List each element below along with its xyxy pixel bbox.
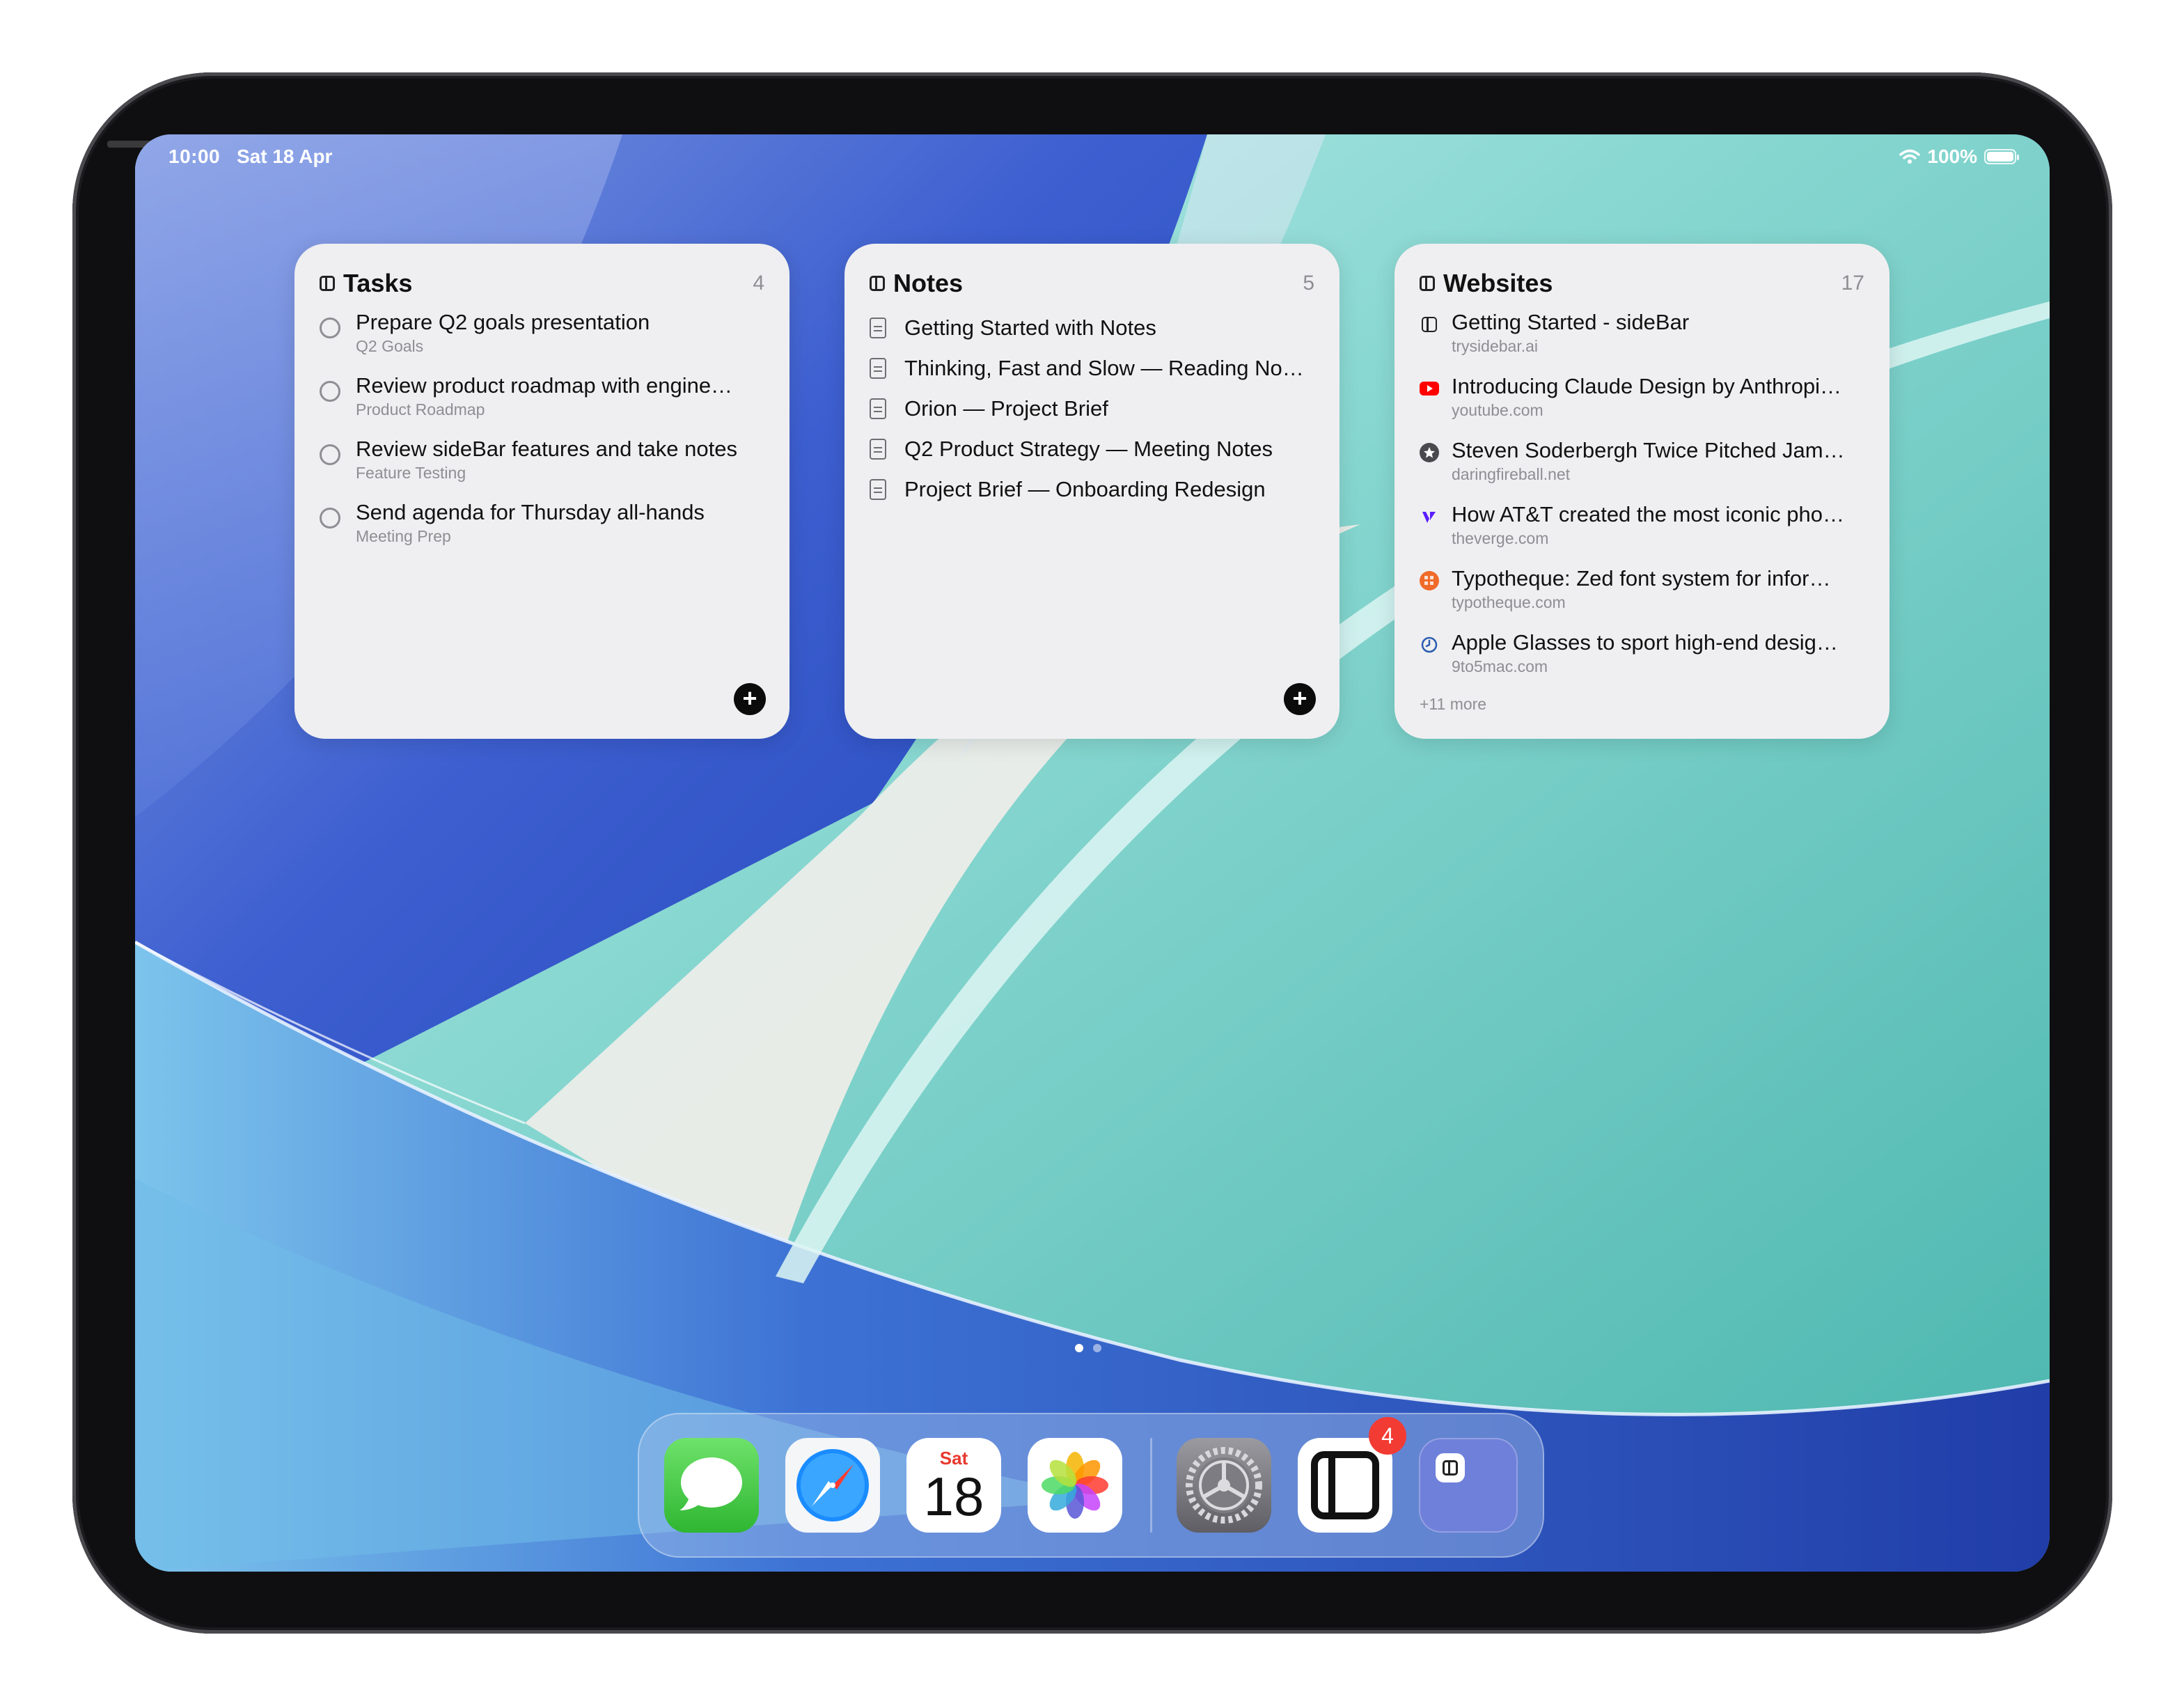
calendar-day-number: 18 [923,1466,984,1527]
widget-count: 17 [1841,272,1864,295]
battery-percent: 100% [1927,146,1977,167]
task-checkbox[interactable] [320,508,340,529]
task-item[interactable]: Prepare Q2 goals presentation Q2 Goals [320,308,764,371]
widget-count: 5 [1303,272,1314,295]
note-title: Orion — Project Brief [904,396,1108,421]
document-icon [870,318,886,338]
note-item[interactable]: Project Brief — Onboarding Redesign [870,469,1314,510]
website-domain: theverge.com [1452,529,1549,547]
website-item[interactable]: How AT&T created the most iconic pho… th… [1420,500,1864,564]
status-right: 100% [1899,146,2019,168]
page-dot[interactable] [1093,1344,1101,1352]
messages-app-icon[interactable] [664,1438,759,1533]
websites-widget[interactable]: Websites 17 Getting Started - sideBar tr… [1395,244,1890,739]
youtube-icon [1420,379,1439,398]
task-checkbox[interactable] [320,318,340,338]
notification-badge: 4 [1369,1417,1406,1455]
website-domain: typotheque.com [1452,593,1566,611]
calendar-app-icon[interactable]: Sat 18 [906,1438,1001,1533]
task-project: Meeting Prep [356,527,451,545]
website-item[interactable]: Getting Started - sideBar trysidebar.ai [1420,308,1864,372]
add-task-button[interactable]: + [734,683,766,715]
document-icon [870,479,886,500]
widget-header: Websites 17 [1420,266,1864,301]
sidebar-icon [320,276,335,291]
status-bar: 10:00 Sat 18 Apr 100% [135,134,2050,183]
task-title: Review product roadmap with engine… [356,373,733,398]
status-time: 10:00 [168,146,221,167]
website-item[interactable]: Apple Glasses to sport high-end desig… 9… [1420,628,1864,692]
note-item[interactable]: Orion — Project Brief [870,389,1314,429]
sidebar-icon [870,276,885,291]
safari-app-icon[interactable] [785,1438,880,1533]
website-title: Introducing Claude Design by Anthropi… [1452,374,1842,398]
add-note-button[interactable]: + [1284,683,1316,715]
page-indicator[interactable] [1075,1344,1101,1352]
tasks-widget[interactable]: Tasks 4 Prepare Q2 goals presentation Q2… [294,244,789,739]
note-title: Project Brief — Onboarding Redesign [904,477,1266,501]
task-checkbox[interactable] [320,444,340,465]
website-domain: daringfireball.net [1452,465,1571,483]
task-checkbox[interactable] [320,381,340,402]
photos-app-icon[interactable] [1028,1438,1122,1533]
website-title: Typotheque: Zed font system for infor… [1452,566,1831,590]
widget-header: Tasks 4 [320,266,764,301]
website-item[interactable]: Steven Soderbergh Twice Pitched Jam… dar… [1420,436,1864,500]
status-date: Sat 18 Apr [237,146,333,167]
wifi-icon [1899,149,1921,164]
clock-icon [1420,635,1439,655]
widget-title: Notes [893,269,964,297]
task-item[interactable]: Send agenda for Thursday all-hands Meeti… [320,498,764,561]
widget-header: Notes 5 [870,266,1314,301]
website-title: Apple Glasses to sport high-end desig… [1452,630,1838,655]
sidebar-folder-icon[interactable] [1419,1438,1518,1533]
home-screen: 10:00 Sat 18 Apr 100% Tasks 4 Prepare Q2… [135,134,2050,1572]
note-title: Getting Started with Notes [904,315,1156,340]
settings-app-icon[interactable] [1177,1438,1271,1533]
website-domain: trysidebar.ai [1452,337,1539,355]
battery-icon [1984,149,2019,164]
task-title: Prepare Q2 goals presentation [356,310,650,334]
website-title: Steven Soderbergh Twice Pitched Jam… [1452,438,1845,462]
task-project: Q2 Goals [356,337,424,355]
widget-count: 4 [753,272,764,295]
dock: Sat 18 4 [638,1413,1544,1558]
page-dot[interactable] [1075,1344,1083,1352]
task-title: Send agenda for Thursday all-hands [356,500,705,524]
dock-divider [1150,1438,1152,1533]
more-websites-label[interactable]: +11 more [1420,695,1864,714]
task-title: Review sideBar features and take notes [356,437,737,461]
website-item[interactable]: Typotheque: Zed font system for infor… t… [1420,564,1864,628]
document-icon [870,398,886,419]
note-item[interactable]: Q2 Product Strategy — Meeting Notes [870,429,1314,469]
star-icon [1420,443,1439,462]
note-item[interactable]: Getting Started with Notes [870,308,1314,348]
task-item[interactable]: Review sideBar features and take notes F… [320,435,764,498]
mini-sidebar-icon [1436,1453,1465,1482]
task-item[interactable]: Review product roadmap with engine… Prod… [320,371,764,435]
task-project: Feature Testing [356,464,466,482]
website-domain: 9to5mac.com [1452,657,1548,675]
website-title: How AT&T created the most iconic pho… [1452,502,1844,526]
sidebar-favicon-icon [1420,315,1439,334]
widget-title: Websites [1443,269,1553,297]
typotheque-icon [1420,571,1439,590]
website-title: Getting Started - sideBar [1452,310,1690,334]
note-title: Q2 Product Strategy — Meeting Notes [904,437,1273,461]
document-icon [870,439,886,460]
task-project: Product Roadmap [356,400,485,418]
document-icon [870,358,886,379]
website-item[interactable]: Introducing Claude Design by Anthropi… y… [1420,372,1864,436]
notes-widget[interactable]: Notes 5 Getting Started with Notes Think… [844,244,1340,739]
sidebar-icon [1420,276,1435,291]
website-domain: youtube.com [1452,401,1543,419]
verge-icon [1420,507,1439,526]
widget-title: Tasks [343,269,413,297]
note-item[interactable]: Thinking, Fast and Slow — Reading No… [870,348,1314,389]
note-title: Thinking, Fast and Slow — Reading No… [904,356,1304,380]
